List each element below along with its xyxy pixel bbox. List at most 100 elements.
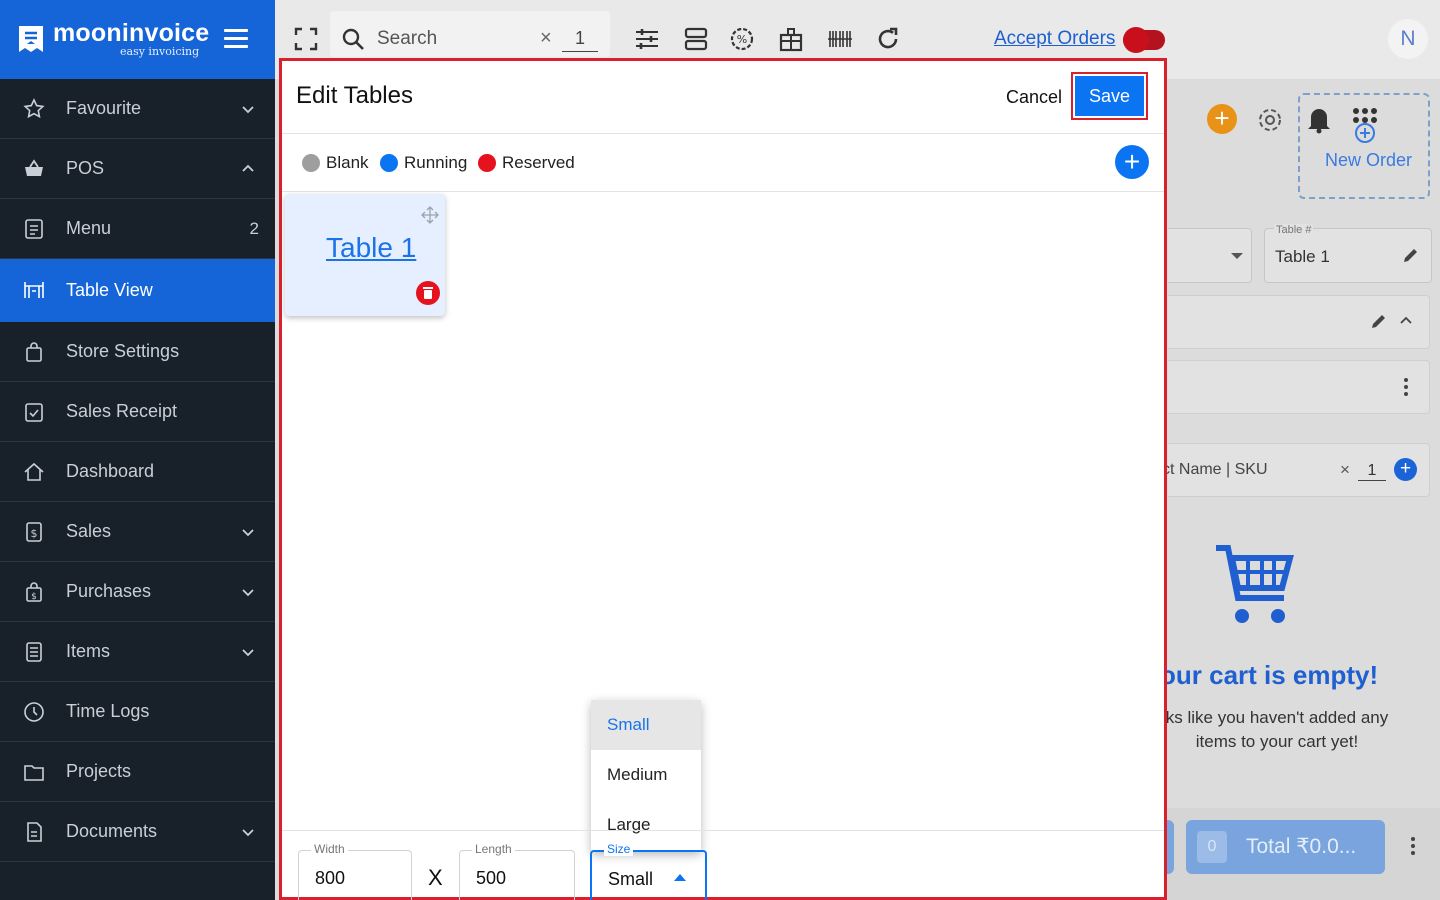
options-row[interactable]: [1168, 360, 1430, 414]
settings-gear-icon[interactable]: [1256, 106, 1284, 134]
legend-item-running: Running: [380, 153, 467, 173]
cart-count-badge: 0: [1197, 831, 1227, 863]
cart-empty-message: ks like you haven't added any items to y…: [1165, 708, 1389, 751]
sidebar-item-label: Favourite: [66, 98, 142, 118]
length-input[interactable]: 500: [476, 868, 506, 889]
add-customer-button[interactable]: +: [1207, 104, 1237, 134]
chevron-up-icon[interactable]: [1399, 314, 1413, 328]
caret-down-icon: [1231, 253, 1243, 259]
sidebar-item-label: Sales: [66, 521, 112, 541]
home-icon: [24, 462, 44, 481]
chevron-down-icon: [242, 828, 254, 836]
gift-box-icon[interactable]: [777, 25, 805, 53]
dialog-title: Edit Tables: [296, 82, 413, 109]
filter-sliders-icon[interactable]: [633, 25, 661, 53]
legend-label: Blank: [326, 153, 369, 172]
shopping-cart-icon: [1216, 545, 1294, 623]
edit-tables-dialog: Edit Tables Cancel Save Blank Running Re…: [279, 58, 1167, 900]
caret-up-icon: [674, 874, 686, 881]
width-input[interactable]: 800: [315, 868, 345, 889]
mooninvoice-logo-icon: [19, 26, 43, 52]
sidebar-item-projects[interactable]: Projects: [0, 742, 275, 802]
sidebar-item-sales[interactable]: $ Sales: [0, 502, 275, 562]
product-quantity-input[interactable]: 1: [1358, 462, 1386, 481]
sidebar-item-items[interactable]: Items: [0, 622, 275, 682]
sidebar-item-purchases[interactable]: $ Purchases: [0, 562, 275, 622]
folder-icon: [24, 764, 44, 781]
more-options-icon[interactable]: [1404, 378, 1408, 399]
size-option-small[interactable]: Small: [591, 700, 701, 750]
sidebar-item-documents[interactable]: Documents: [0, 802, 275, 862]
star-icon: [23, 97, 45, 118]
width-field[interactable]: Width 800: [298, 842, 412, 900]
sidebar-item-dashboard[interactable]: Dashboard: [0, 442, 275, 502]
table-number-label: Table #: [1274, 224, 1314, 236]
sidebar-item-store-settings[interactable]: Store Settings: [0, 322, 275, 382]
sidebar: mooninvoice easy invoicing Favourite POS…: [0, 0, 275, 900]
sidebar-item-label: Store Settings: [66, 341, 180, 361]
legend-label: Reserved: [502, 153, 575, 172]
sidebar-item-favourite[interactable]: Favourite: [0, 79, 275, 139]
svg-text:$: $: [31, 592, 37, 602]
fullscreen-icon[interactable]: [292, 25, 320, 53]
clear-search-icon[interactable]: ×: [540, 27, 552, 50]
save-button[interactable]: Save: [1075, 76, 1144, 116]
size-option-medium[interactable]: Medium: [591, 750, 701, 800]
table-status-legend: Blank Running Reserved: [282, 134, 1164, 192]
sidebar-item-label: Items: [66, 641, 111, 661]
sidebar-item-label: Sales Receipt: [66, 401, 178, 421]
width-label: Width: [311, 842, 348, 856]
refresh-icon[interactable]: [874, 25, 902, 53]
discount-gear-icon[interactable]: %: [728, 25, 756, 53]
length-label: Length: [472, 842, 515, 856]
chevron-up-icon: [242, 164, 254, 172]
hold-order-button[interactable]: [1166, 820, 1174, 874]
sidebar-item-table-view[interactable]: Table View: [0, 259, 275, 322]
dialog-header: Edit Tables Cancel Save: [282, 61, 1164, 134]
size-label: Size: [604, 842, 634, 856]
sidebar-item-sales-receipt[interactable]: Sales Receipt: [0, 382, 275, 442]
running-status-dot: [380, 154, 398, 172]
shopping-bag-icon: [26, 341, 42, 362]
layout-rows-icon[interactable]: [682, 25, 710, 53]
length-field[interactable]: Length 500: [459, 842, 575, 900]
add-table-button[interactable]: +: [1115, 145, 1149, 179]
edit-pencil-icon[interactable]: [1402, 246, 1420, 264]
move-drag-icon[interactable]: [420, 205, 440, 225]
svg-text:%: %: [737, 33, 747, 46]
total-amount-label: Total ₹0.0...: [1246, 835, 1357, 858]
dollar-doc-icon: $: [26, 521, 42, 542]
add-product-button[interactable]: +: [1394, 458, 1417, 481]
more-options-icon[interactable]: [1411, 837, 1415, 858]
dimension-separator: X: [428, 865, 443, 890]
customer-row[interactable]: [1168, 295, 1430, 349]
sidebar-item-pos[interactable]: POS: [0, 139, 275, 199]
sidebar-item-label: Projects: [66, 761, 132, 781]
delete-table-button[interactable]: [416, 281, 440, 305]
svg-text:$: $: [31, 527, 38, 540]
save-button-highlight: Save: [1071, 72, 1148, 120]
table-name-link[interactable]: Table 1: [326, 232, 416, 264]
cancel-button[interactable]: Cancel: [1006, 87, 1062, 108]
sidebar-item-label: Time Logs: [66, 701, 150, 721]
search-input[interactable]: Search: [377, 28, 437, 50]
brand-name: mooninvoice: [53, 19, 210, 47]
sidebar-item-time-logs[interactable]: Time Logs: [0, 682, 275, 742]
trash-icon: [423, 287, 433, 299]
sidebar-item-label: Menu: [66, 218, 112, 238]
avatar[interactable]: N: [1388, 19, 1428, 59]
barcode-icon[interactable]: [826, 25, 854, 53]
product-search-input[interactable]: ct Name | SKU: [1162, 461, 1268, 479]
size-select[interactable]: Size Small: [590, 842, 707, 900]
clear-product-icon[interactable]: ×: [1340, 460, 1350, 480]
search-quantity-input[interactable]: 1: [562, 28, 598, 52]
table-card[interactable]: Table 1: [285, 194, 445, 316]
chevron-down-icon: [242, 528, 254, 536]
menu-list-icon: [25, 218, 43, 239]
accept-orders-link[interactable]: Accept Orders: [994, 28, 1115, 50]
edit-pencil-icon[interactable]: [1370, 312, 1388, 330]
reserved-status-dot: [478, 154, 496, 172]
hamburger-menu-icon[interactable]: [224, 29, 248, 49]
sidebar-item-menu[interactable]: Menu 2: [0, 199, 275, 259]
legend-item-blank: Blank: [302, 153, 369, 173]
